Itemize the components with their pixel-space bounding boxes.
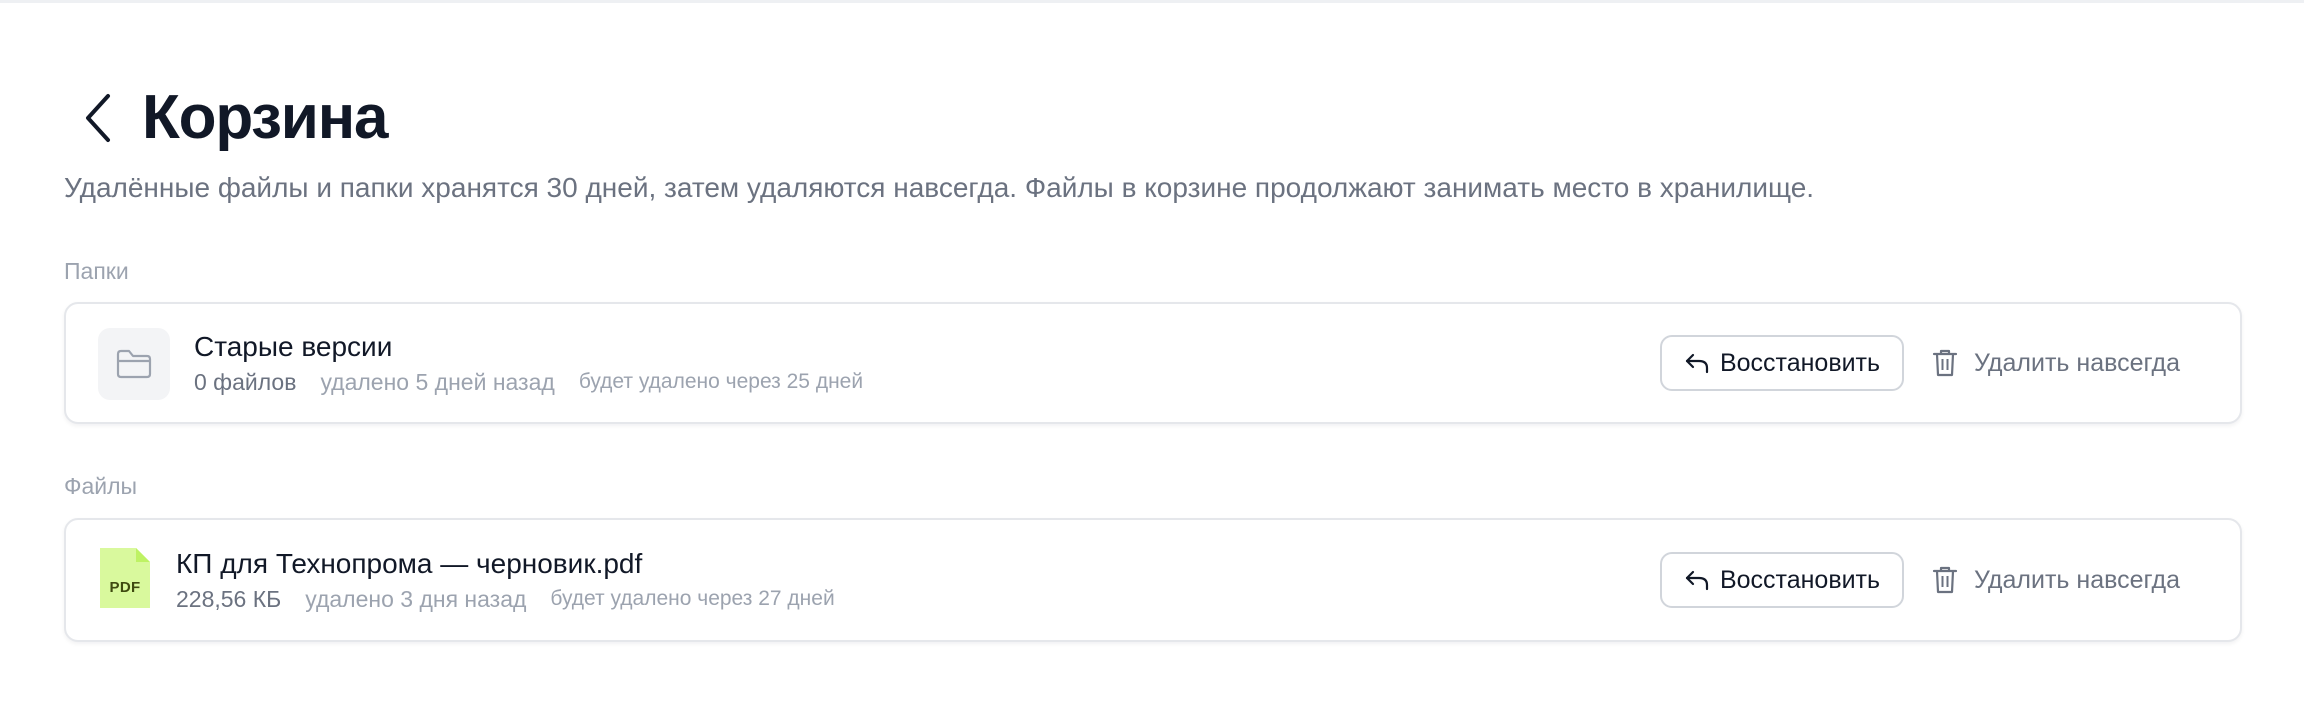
undo-icon bbox=[1685, 570, 1709, 591]
chevron-left-icon bbox=[86, 94, 110, 142]
restore-folder-button[interactable]: Восстановить bbox=[1660, 335, 1904, 391]
file-card: PDF КП для Технопрома — черновик.pdf 228… bbox=[64, 518, 2242, 642]
file-expire-time: будет удалено через 27 дней bbox=[550, 587, 835, 610]
trash-icon bbox=[1932, 566, 1958, 594]
file-name: КП для Технопрома — черновик.pdf bbox=[176, 548, 643, 579]
top-divider bbox=[0, 0, 2304, 3]
pdf-thumbnail: PDF bbox=[100, 548, 150, 608]
folder-card: Старые версии 0 файлов удалено 5 дней на… bbox=[64, 302, 2242, 424]
pdf-file-icon bbox=[100, 548, 150, 608]
delete-folder-label: Удалить навсегда bbox=[1974, 348, 2180, 377]
folders-section-label: Папки bbox=[64, 258, 129, 284]
delete-file-button[interactable]: Удалить навсегда bbox=[1932, 552, 2180, 608]
restore-folder-label: Восстановить bbox=[1719, 348, 1881, 377]
restore-file-label: Восстановить bbox=[1719, 565, 1881, 594]
page-header: Корзина bbox=[64, 78, 388, 158]
restore-file-button[interactable]: Восстановить bbox=[1660, 552, 1904, 608]
page-subtitle: Удалённые файлы и папки хранятся 30 дней… bbox=[64, 172, 1815, 203]
files-section-label: Файлы bbox=[64, 473, 138, 499]
folder-name: Старые версии bbox=[194, 331, 393, 362]
file-size: 228,56 КБ bbox=[176, 586, 282, 612]
folder-item-count: 0 файлов bbox=[194, 369, 297, 395]
back-button[interactable] bbox=[64, 78, 132, 158]
folder-deleted-time: удалено 5 дней назад bbox=[320, 369, 555, 395]
file-meta: 228,56 КБ удалено 3 дня назад будет удал… bbox=[176, 585, 835, 613]
folder-icon bbox=[116, 349, 152, 379]
folder-meta: 0 файлов удалено 5 дней назад будет удал… bbox=[194, 368, 863, 396]
trash-icon bbox=[1932, 349, 1958, 377]
page-title: Корзина bbox=[142, 83, 388, 152]
pdf-badge: PDF bbox=[109, 579, 141, 596]
file-deleted-time: удалено 3 дня назад bbox=[305, 586, 527, 612]
folder-thumbnail bbox=[98, 328, 170, 400]
delete-folder-button[interactable]: Удалить навсегда bbox=[1932, 335, 2180, 391]
folder-expire-time: будет удалено через 25 дней bbox=[578, 370, 864, 393]
delete-file-label: Удалить навсегда bbox=[1974, 565, 2180, 594]
undo-icon bbox=[1685, 353, 1709, 374]
